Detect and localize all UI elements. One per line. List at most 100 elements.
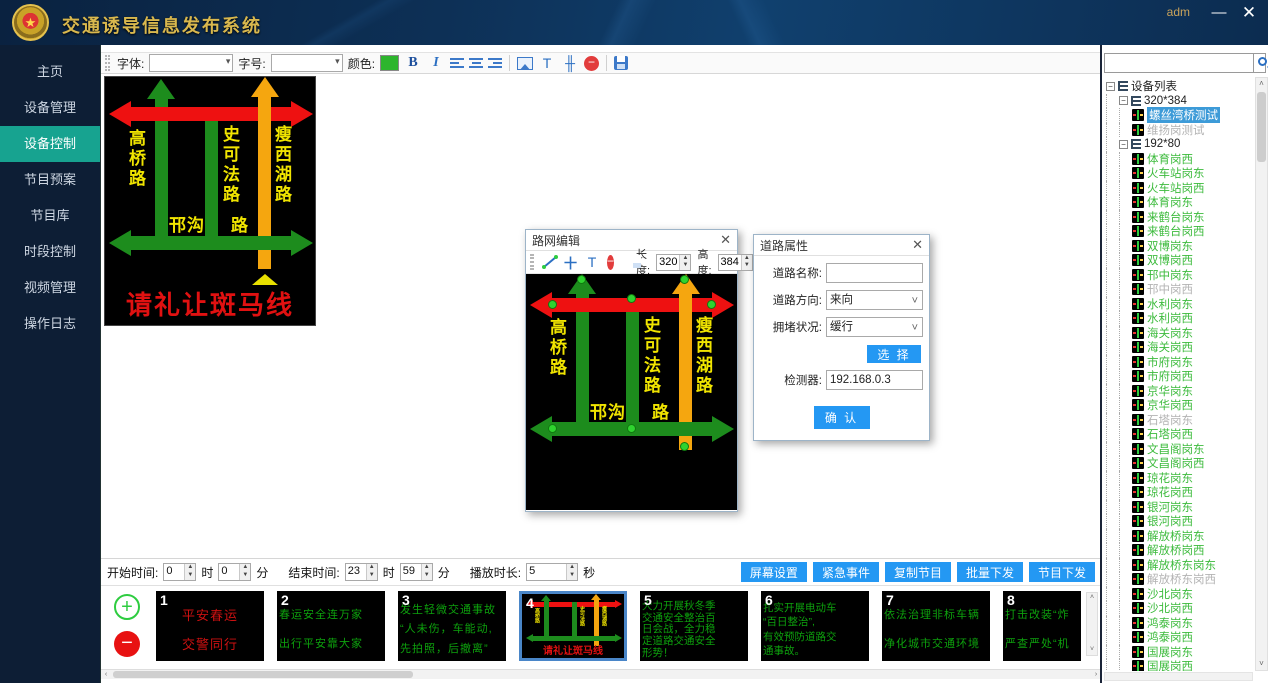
action-screen-settings[interactable]: 屏幕设置	[741, 562, 807, 582]
length-spinner[interactable]: 320▲▼	[656, 254, 691, 271]
tree-device[interactable]: 解放桥岗西	[1106, 543, 1253, 558]
height-down-icon[interactable]: ▼	[742, 262, 752, 270]
tree-device[interactable]: 沙北岗西	[1106, 601, 1253, 616]
tree-device[interactable]: 文昌阁岗西	[1106, 456, 1253, 471]
delete-icon[interactable]: −	[584, 56, 599, 71]
tree-expander-icon[interactable]: −	[1106, 82, 1115, 91]
length-down-icon[interactable]: ▼	[680, 262, 690, 270]
playlist-item-4[interactable]: 4高桥路史可法路瘦西湖路请礼让斑马线	[519, 591, 627, 661]
height-spinner[interactable]: 384▲▼	[718, 254, 753, 271]
tree-device[interactable]: 水利岗西	[1106, 311, 1253, 326]
font-size-select[interactable]	[271, 54, 343, 72]
playlist-item-3[interactable]: 3发生轻微交通事故“人未伤，车能动,先拍照，后撤离”	[398, 591, 506, 661]
properties-close-icon[interactable]: ✕	[912, 237, 923, 253]
tree-device[interactable]: 市府岗西	[1106, 369, 1253, 384]
duration-spinner[interactable]: 5▲▼	[526, 563, 578, 581]
tree-device[interactable]: 来鹤台岗西	[1106, 224, 1253, 239]
tree-device[interactable]: 京华岗东	[1106, 384, 1253, 399]
edit-handle[interactable]	[548, 424, 557, 433]
tree-device[interactable]: 水利岗东	[1106, 297, 1253, 312]
tree-device[interactable]: 鸿泰岗西	[1106, 630, 1253, 645]
playlist-item-8[interactable]: 8打击改装“炸严查严处“机	[1003, 591, 1081, 661]
spin-down-icon[interactable]: ▼	[422, 572, 432, 580]
edit-handle[interactable]	[548, 300, 557, 309]
tree-root[interactable]: −设备列表	[1106, 79, 1253, 94]
edit-handle[interactable]	[680, 275, 689, 284]
action-batch-send[interactable]: 批量下发	[957, 562, 1023, 582]
tree-device[interactable]: 海关岗西	[1106, 340, 1253, 355]
height-up-icon[interactable]: ▲	[742, 255, 752, 263]
scroll-down-icon[interactable]: ˅	[1256, 658, 1267, 670]
edit-handle[interactable]	[627, 424, 636, 433]
tree-device[interactable]: 火车站岗东	[1106, 166, 1253, 181]
tree-device[interactable]: 京华岗西	[1106, 398, 1253, 413]
spin-down-icon[interactable]: ▼	[185, 572, 195, 580]
scroll-left-icon[interactable]: ‹	[101, 670, 111, 679]
tree-expander-icon[interactable]: −	[1119, 140, 1128, 149]
align-right-icon[interactable]	[488, 58, 502, 68]
tree-device[interactable]: 体育岗东	[1106, 195, 1253, 210]
road-direction-select[interactable]: 来向	[826, 290, 923, 310]
spin-up-icon[interactable]: ▲	[422, 564, 432, 572]
tree-device[interactable]: 邗中岗西	[1106, 282, 1253, 297]
playlist-horizontal-scrollbar[interactable]: ‹ ›	[101, 669, 1101, 679]
scrollbar-thumb[interactable]	[113, 671, 413, 678]
tree-device[interactable]: 螺丝湾桥测试	[1106, 108, 1253, 123]
playlist-vertical-scrollbar[interactable]: ˄ ˅	[1086, 592, 1098, 656]
spin-down-icon[interactable]: ▼	[367, 572, 377, 580]
roadnet-close-icon[interactable]: ✕	[720, 232, 731, 248]
playlist-item-7[interactable]: 7依法治理非标车辆净化城市交通环境	[882, 591, 990, 661]
end-hour-spinner[interactable]: 23▲▼	[345, 563, 378, 581]
window-close-button[interactable]: ✕	[1236, 2, 1262, 24]
sidebar-item-video-manage[interactable]: 视频管理	[0, 270, 100, 306]
sidebar-item-operation-log[interactable]: 操作日志	[0, 306, 100, 342]
spin-down-icon[interactable]: ▼	[240, 572, 250, 580]
start-hour-spinner[interactable]: 0▲▼	[163, 563, 196, 581]
tree-device[interactable]: 国展岗东	[1106, 645, 1253, 660]
tree-device[interactable]: 鸿泰岗东	[1106, 616, 1253, 631]
tree-device[interactable]: 维扬岗测试	[1106, 123, 1253, 138]
action-emergency-event[interactable]: 紧急事件	[813, 562, 879, 582]
sidebar-item-device-manage[interactable]: 设备管理	[0, 90, 100, 126]
tree-device[interactable]: 体育岗西	[1106, 152, 1253, 167]
add-program-button[interactable]: +	[114, 594, 140, 620]
window-minimize-button[interactable]: —	[1206, 2, 1232, 24]
sidebar-item-program-plan[interactable]: 节目预案	[0, 162, 100, 198]
action-program-send[interactable]: 节目下发	[1029, 562, 1095, 582]
tree-device[interactable]: 石塔岗东	[1106, 413, 1253, 428]
spin-up-icon[interactable]: ▲	[367, 564, 377, 572]
playlist-item-2[interactable]: 2春运安全连万家出行平安靠大家	[277, 591, 385, 661]
cross-tool-icon[interactable]: 十	[564, 253, 577, 272]
tree-device[interactable]: 双博岗东	[1106, 239, 1253, 254]
color-swatch[interactable]	[380, 55, 399, 71]
roadnet-grip-handle[interactable]	[530, 254, 534, 270]
insert-image-icon[interactable]	[517, 57, 533, 70]
tree-device[interactable]: 石塔岗西	[1106, 427, 1253, 442]
roadnet-delete-icon[interactable]: −	[607, 255, 614, 270]
font-family-select[interactable]	[149, 54, 233, 72]
search-button[interactable]	[1254, 53, 1266, 73]
sidebar-item-program-library[interactable]: 节目库	[0, 198, 100, 234]
tree-device[interactable]: 银河岗东	[1106, 500, 1253, 515]
tree-device[interactable]: 国展岗西	[1106, 659, 1253, 671]
tree-device[interactable]: 海关岗东	[1106, 326, 1253, 341]
sign-preview-canvas[interactable]: 高桥路 史可法路 瘦西湖路 邗沟 路 请礼让斑马线	[104, 76, 316, 326]
mirror-tool-icon[interactable]: ╫	[561, 54, 579, 72]
detector-input[interactable]: 192.168.0.3	[826, 370, 923, 390]
action-copy-program[interactable]: 复制节目	[885, 562, 951, 582]
end-minute-spinner[interactable]: 59▲▼	[400, 563, 433, 581]
tree-vertical-scrollbar[interactable]: ˄ ˅	[1255, 77, 1268, 671]
road-name-input[interactable]	[826, 263, 923, 283]
playlist-item-1[interactable]: 1平安春运交警同行	[156, 591, 264, 661]
remove-program-button[interactable]: −	[114, 631, 140, 657]
tree-device[interactable]: 琼花岗西	[1106, 485, 1253, 500]
tree-device[interactable]: 解放桥东岗西	[1106, 572, 1253, 587]
line-tool-icon[interactable]	[542, 255, 558, 269]
tree-device[interactable]: 市府岗东	[1106, 355, 1253, 370]
scrollbar-thumb[interactable]	[1257, 92, 1266, 162]
tree-horizontal-scrollbar[interactable]	[1104, 672, 1253, 681]
scroll-down-icon[interactable]: ˅	[1087, 645, 1097, 655]
device-search-input[interactable]	[1104, 53, 1254, 73]
tree-device[interactable]: 沙北岗东	[1106, 587, 1253, 602]
spin-down-icon[interactable]: ▼	[567, 572, 577, 580]
